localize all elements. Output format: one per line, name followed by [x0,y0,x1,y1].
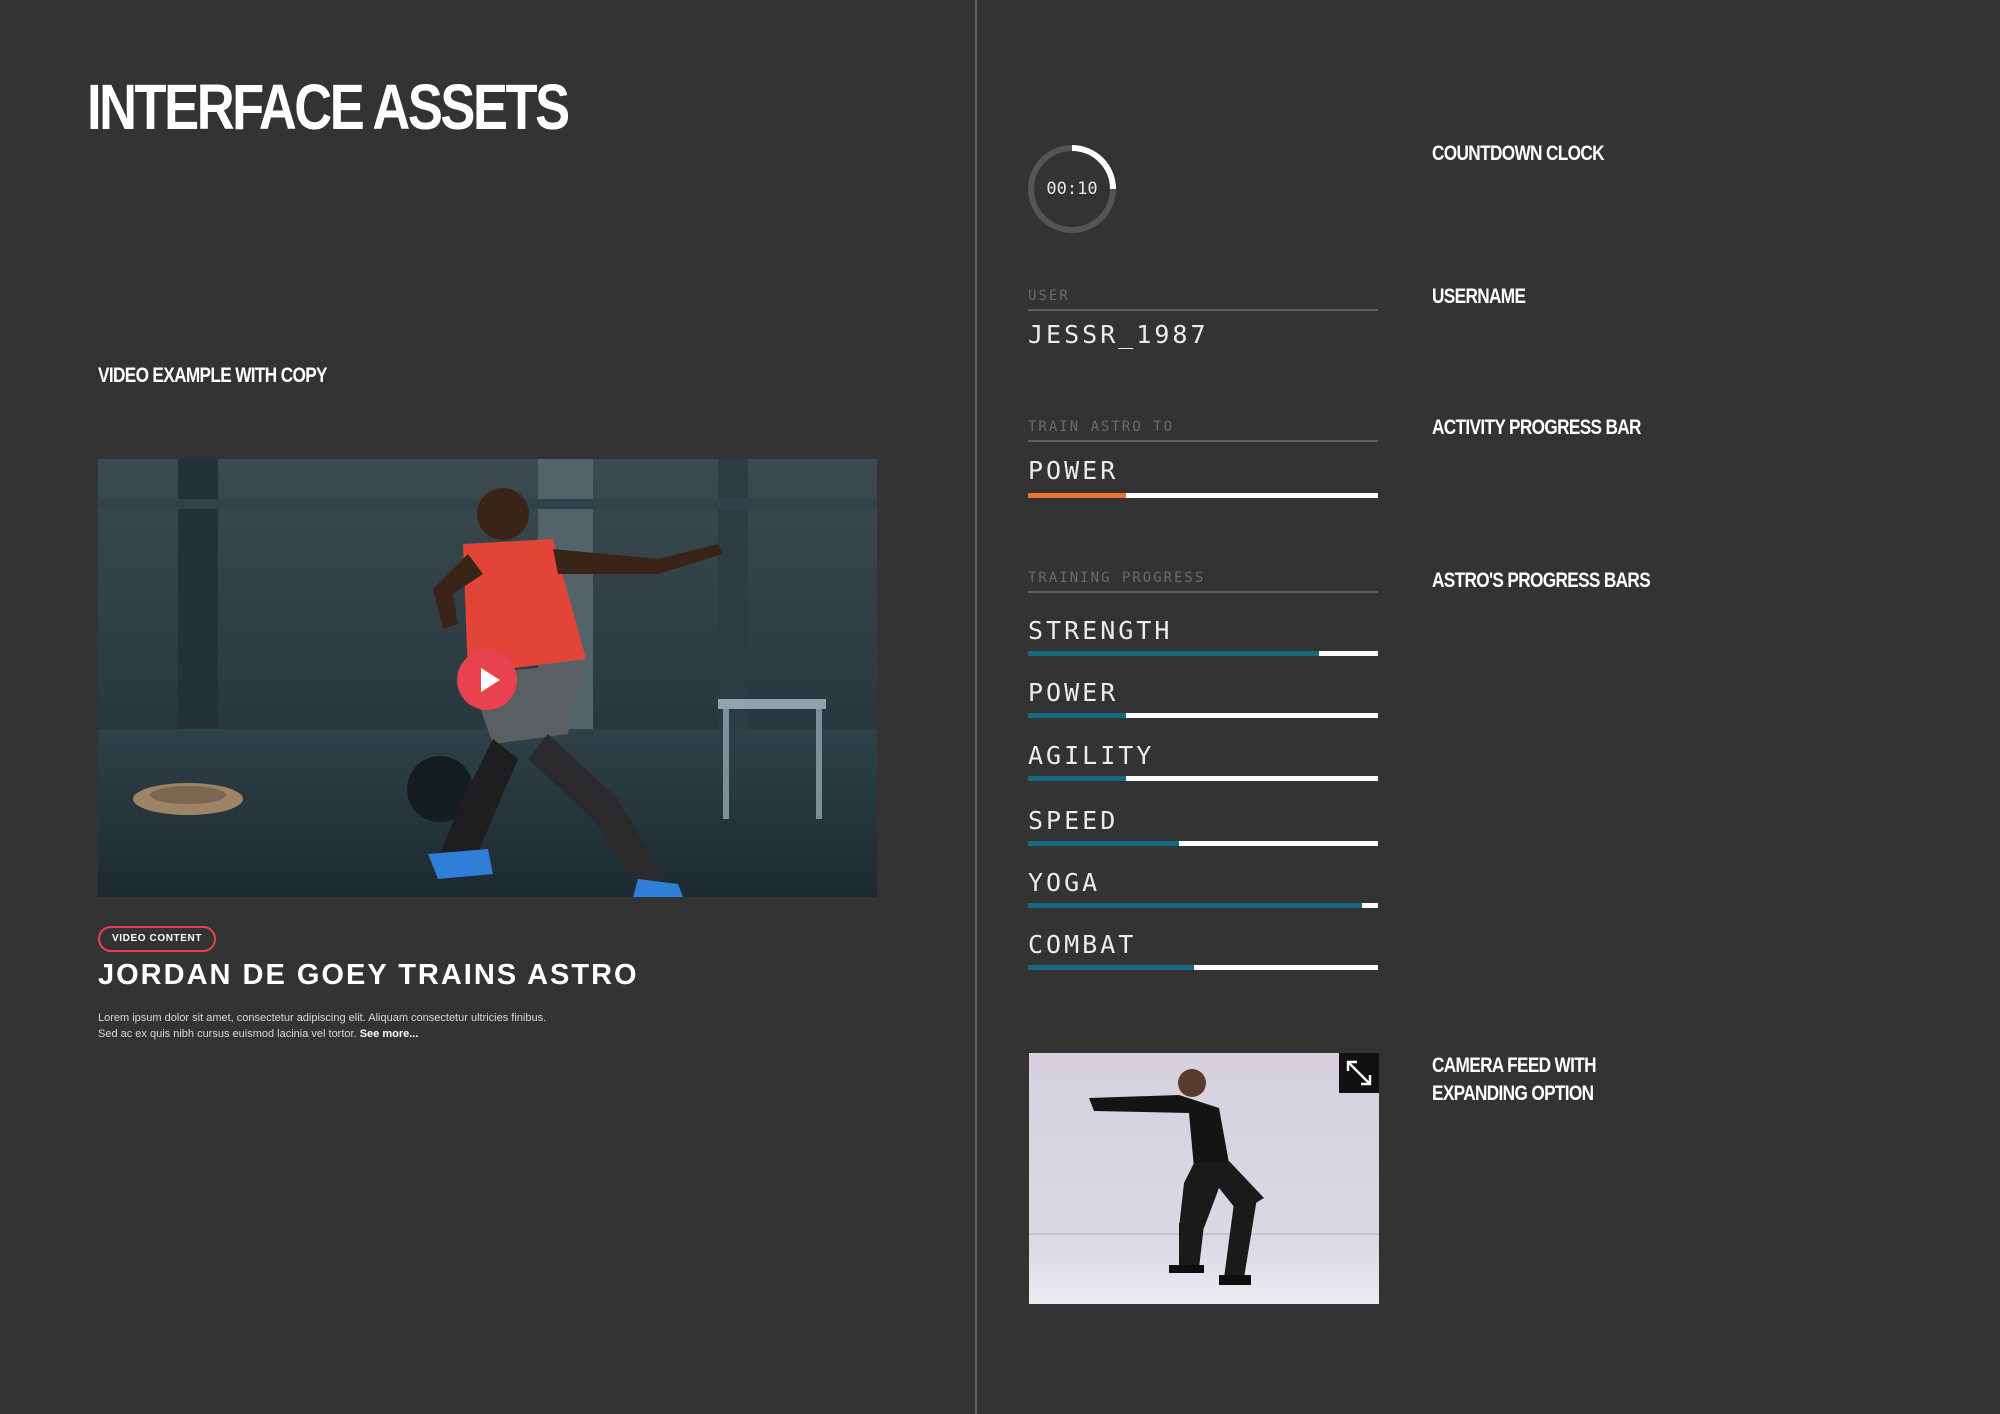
label-camera-feed-line1: CAMERA FEED WITH [1432,1054,1597,1077]
countdown-time: 00:10 [1046,179,1098,199]
training-bar-agility [1028,776,1378,781]
activity-field-rule [1028,440,1378,442]
expand-button[interactable] [1339,1053,1379,1093]
video-description: Lorem ipsum dolor sit amet, consectetur … [98,1010,658,1042]
training-bar-fill-agility [1028,776,1126,781]
training-bar-yoga [1028,903,1378,908]
training-bar-speed [1028,841,1378,846]
training-field-label: TRAINING PROGRESS [1028,570,1206,586]
training-bar-fill-speed [1028,841,1179,846]
expand-icon [1346,1060,1372,1086]
training-bar-label-combat: COMBAT [1028,930,1137,959]
training-bar-label-yoga: YOGA [1028,868,1101,897]
label-username: USERNAME [1432,285,1526,308]
user-field-label: USER [1028,288,1070,304]
label-astros-progress-bars: ASTRO'S PROGRESS BARS [1432,569,1651,592]
training-field-rule [1028,591,1378,593]
training-bar-label-strength: STRENGTH [1028,616,1173,645]
training-bar-fill-combat [1028,965,1195,970]
vertical-divider [975,0,977,1414]
training-bar-label-speed: SPEED [1028,806,1119,835]
training-bar-fill-strength [1028,651,1319,656]
user-field-rule [1028,309,1378,311]
training-bar-label-agility: AGILITY [1028,741,1155,770]
camera-feed-image [1029,1053,1379,1304]
label-activity-progress-bar: ACTIVITY PROGRESS BAR [1432,416,1641,439]
countdown-clock: 00:10 [1026,143,1118,235]
training-bar-fill-power [1028,713,1126,718]
play-button[interactable] [457,650,517,710]
training-bar-combat [1028,965,1378,970]
label-video-example: VIDEO EXAMPLE WITH COPY [98,364,328,387]
camera-feed[interactable] [1029,1053,1379,1304]
page-title: INTERFACE ASSETS [87,71,570,143]
video-copy-line1: Lorem ipsum dolor sit amet, consectetur … [98,1012,547,1024]
training-bar-fill-yoga [1028,903,1363,908]
video-title: JORDAN DE GOEY TRAINS ASTRO [98,959,639,991]
activity-value: POWER [1028,456,1119,485]
label-countdown-clock: COUNTDOWN CLOCK [1432,142,1605,165]
activity-field-label: TRAIN ASTRO TO [1028,419,1175,435]
training-bar-label-power: POWER [1028,678,1119,707]
training-bar-power [1028,713,1378,718]
see-more-link[interactable]: See more... [360,1028,419,1040]
label-camera-feed-line2: EXPANDING OPTION [1432,1082,1594,1105]
username-value: JESSR_1987 [1028,320,1209,349]
activity-progress-fill [1028,493,1126,498]
label-camera-feed: CAMERA FEED WITH EXPANDING OPTION [1432,1052,1597,1108]
training-bar-strength [1028,651,1378,656]
video-content-badge: VIDEO CONTENT [98,926,217,952]
activity-progress-bar [1028,493,1378,498]
video-copy-line2: Sed ac ex quis nibh cursus euismod lacin… [98,1028,357,1040]
